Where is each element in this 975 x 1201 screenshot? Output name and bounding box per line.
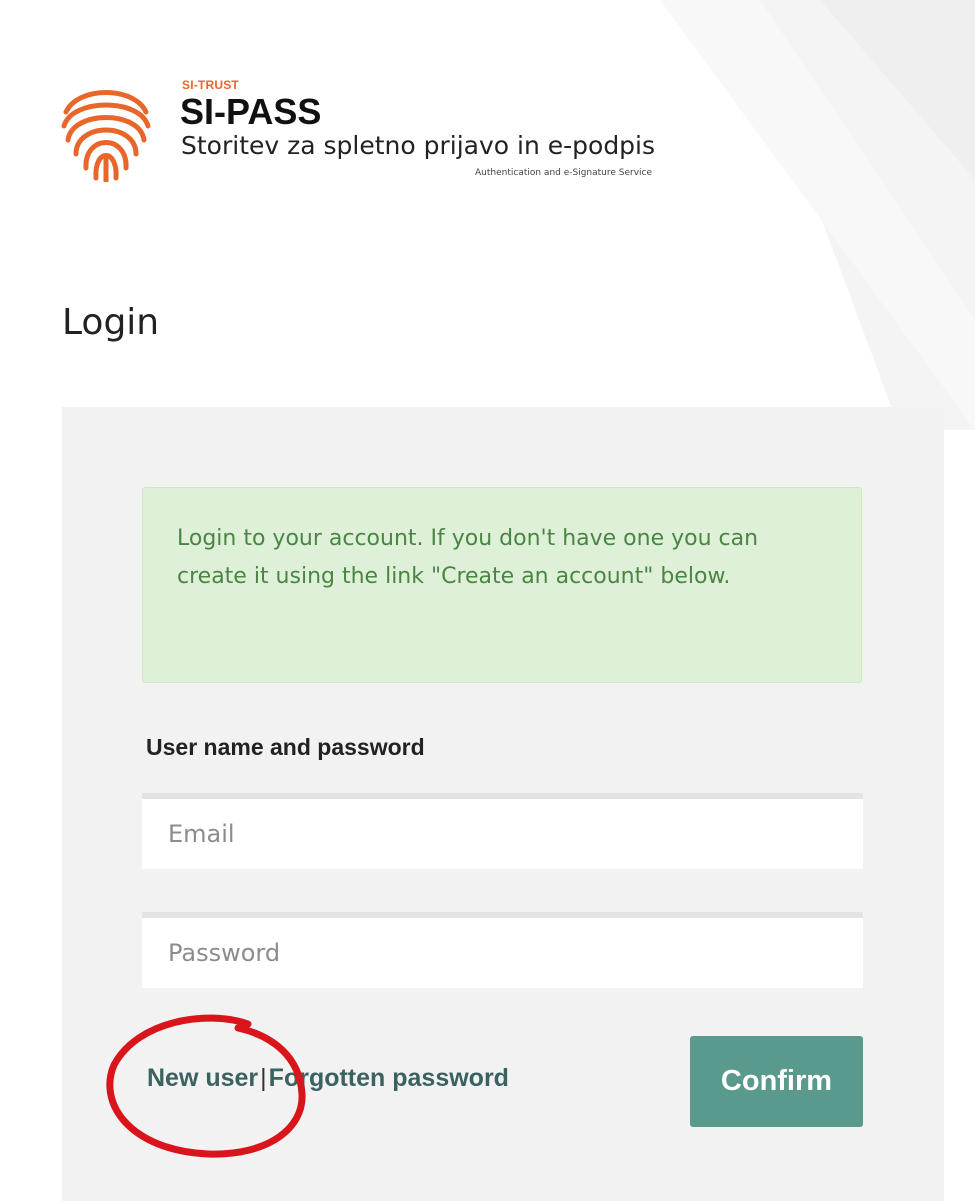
brand-header: SI-TRUST SI-PASS Storitev za spletno pri… xyxy=(58,78,778,198)
brand-name: SI-PASS xyxy=(180,91,322,132)
confirm-button[interactable]: Confirm xyxy=(690,1036,863,1127)
forgotten-password-link[interactable]: Forgotten password xyxy=(269,1064,509,1092)
link-separator: | xyxy=(260,1064,267,1092)
account-links: New user|Forgotten password xyxy=(147,1064,509,1093)
brand-subtitle: Storitev za spletno prijavo in e-podpis xyxy=(181,131,656,160)
fingerprint-icon xyxy=(61,90,151,182)
page-title: Login xyxy=(62,302,160,343)
new-user-link[interactable]: New user xyxy=(147,1064,258,1092)
password-field[interactable] xyxy=(142,912,863,988)
info-message: Login to your account. If you don't have… xyxy=(142,487,862,683)
brand-subtitle-en: Authentication and e-Signature Service xyxy=(475,168,653,178)
credentials-label: User name and password xyxy=(146,734,425,760)
login-panel: Login to your account. If you don't have… xyxy=(62,407,944,1201)
email-field[interactable] xyxy=(142,793,863,869)
brand-org: SI-TRUST xyxy=(182,78,239,92)
